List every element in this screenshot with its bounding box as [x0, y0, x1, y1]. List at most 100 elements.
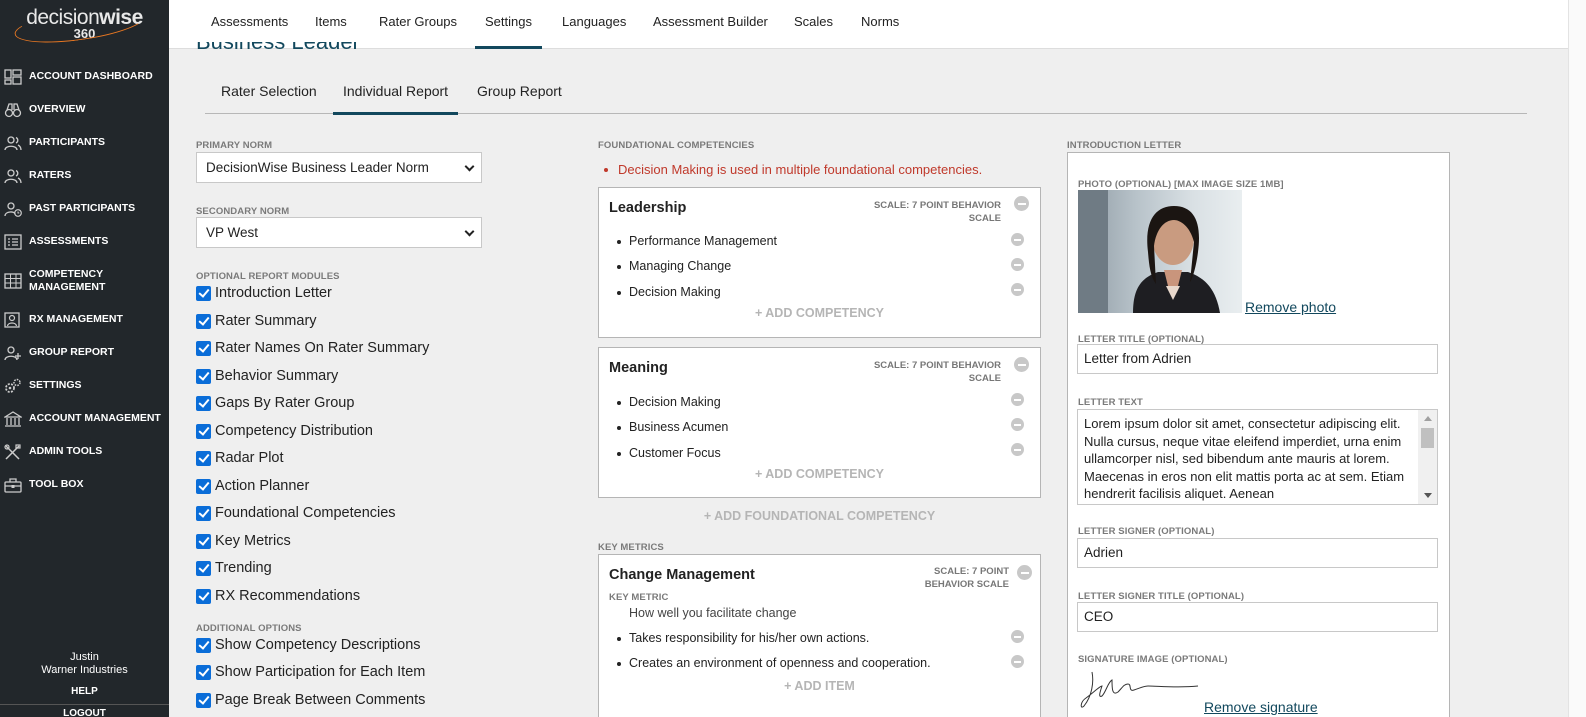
sidebar-item-participants[interactable]: PARTICIPANTS	[0, 126, 169, 159]
checkbox-checked-icon[interactable]	[196, 505, 211, 521]
remove-card-icon[interactable]	[1014, 196, 1029, 211]
chevron-down-icon	[464, 161, 475, 172]
module-checkbox[interactable]: Radar Plot	[196, 448, 284, 468]
checkbox-checked-icon[interactable]	[196, 450, 211, 466]
logout-link[interactable]: LOGOUT	[0, 705, 169, 717]
module-checkbox[interactable]: Key Metrics	[196, 531, 291, 551]
option-checkbox[interactable]: Show Competency Descriptions	[196, 635, 421, 655]
add-competency-button[interactable]: + ADD COMPETENCY	[599, 467, 1040, 481]
logo[interactable]: decisionwise 360	[0, 0, 169, 50]
checkbox-checked-icon[interactable]	[196, 423, 211, 439]
add-item-button[interactable]: + ADD ITEM	[599, 679, 1040, 693]
subtab-individual-report[interactable]: Individual Report	[332, 78, 459, 115]
competency-card-leadership: Leadership SCALE: 7 POINT BEHAVIOR SCALE…	[598, 187, 1041, 338]
sidebar-item-settings[interactable]: SETTINGS	[0, 369, 169, 402]
sidebar-item-raters[interactable]: RATERS	[0, 159, 169, 192]
sidebar-item-rx-management[interactable]: RX MANAGEMENT	[0, 303, 169, 336]
module-checkbox[interactable]: Trending	[196, 558, 272, 578]
sidebar-item-admin-tools[interactable]: ADMIN TOOLS	[0, 435, 169, 468]
secondary-norm-select[interactable]: VP West	[196, 217, 482, 248]
report-subtabs: Rater Selection Individual Report Group …	[205, 78, 1527, 115]
tab-scales[interactable]: Scales	[794, 0, 833, 49]
sidebar-item-label: RATERS	[29, 169, 72, 181]
module-checkbox[interactable]: Competency Distribution	[196, 421, 373, 441]
checkbox-checked-icon[interactable]	[196, 478, 211, 494]
module-checkbox[interactable]: Introduction Letter	[196, 283, 332, 303]
checkbox-checked-icon[interactable]	[196, 560, 211, 576]
subtab-rater-selection[interactable]: Rater Selection	[221, 78, 317, 114]
sidebar-nav: ACCOUNT DASHBOARD OVERVIEW PARTICIPANTS …	[0, 60, 169, 501]
checkbox-checked-icon[interactable]	[196, 588, 211, 604]
tab-rater-groups[interactable]: Rater Groups	[379, 0, 457, 49]
subtab-group-report[interactable]: Group Report	[477, 78, 562, 114]
tab-norms[interactable]: Norms	[861, 0, 899, 49]
letter-signer-input[interactable]: Adrien	[1077, 538, 1438, 568]
remove-item-icon[interactable]	[1011, 233, 1024, 246]
module-label: Behavior Summary	[215, 368, 339, 384]
list-item: Decision Making	[617, 395, 721, 409]
remove-item-icon[interactable]	[1011, 283, 1024, 296]
tab-settings[interactable]: Settings	[475, 0, 542, 49]
sidebar-item-competency-management[interactable]: COMPETENCY MANAGEMENT	[0, 258, 169, 303]
option-checkbox[interactable]: Show Participation for Each Item	[196, 662, 425, 682]
remove-item-icon[interactable]	[1011, 655, 1024, 668]
checkbox-checked-icon[interactable]	[196, 664, 211, 680]
module-checkbox[interactable]: Action Planner	[196, 476, 309, 496]
checkbox-checked-icon[interactable]	[196, 285, 211, 301]
textarea-scrollbar[interactable]	[1418, 410, 1437, 504]
remove-card-icon[interactable]	[1017, 565, 1032, 580]
module-checkbox[interactable]: Gaps By Rater Group	[196, 393, 354, 413]
tab-languages[interactable]: Languages	[562, 0, 626, 49]
user-name: Justin	[70, 651, 99, 663]
sidebar-item-overview[interactable]: OVERVIEW	[0, 93, 169, 126]
module-checkbox[interactable]: Foundational Competencies	[196, 503, 396, 523]
sidebar-item-group-report[interactable]: GROUP REPORT	[0, 336, 169, 369]
remove-signature-link[interactable]: Remove signature	[1204, 699, 1318, 715]
remove-item-icon[interactable]	[1011, 443, 1024, 456]
remove-item-icon[interactable]	[1011, 258, 1024, 271]
foundational-competencies-label: FOUNDATIONAL COMPETENCIES	[598, 140, 755, 151]
add-competency-button[interactable]: + ADD COMPETENCY	[599, 306, 1040, 320]
warning-text: Decision Making is used in multiple foun…	[618, 162, 983, 177]
list-item: Customer Focus	[617, 446, 721, 460]
remove-photo-link[interactable]: Remove photo	[1245, 299, 1336, 315]
scroll-up-icon[interactable]	[1424, 416, 1432, 421]
remove-card-icon[interactable]	[1014, 357, 1029, 372]
checkbox-checked-icon[interactable]	[196, 313, 211, 329]
tab-assessment-builder[interactable]: Assessment Builder	[653, 0, 768, 49]
checkbox-checked-icon[interactable]	[196, 368, 211, 384]
checkbox-checked-icon[interactable]	[196, 340, 211, 356]
secondary-norm-value: VP West	[206, 225, 259, 240]
module-checkbox[interactable]: Rater Names On Rater Summary	[196, 338, 429, 358]
scroll-down-icon[interactable]	[1424, 493, 1432, 498]
card-scale: SCALE: 7 POINT BEHAVIOR SCALE	[873, 360, 1001, 384]
sidebar-item-past-participants[interactable]: PAST PARTICIPANTS	[0, 192, 169, 225]
remove-item-icon[interactable]	[1011, 630, 1024, 643]
letter-text-textarea[interactable]: Lorem ipsum dolor sit amet, consectetur …	[1077, 409, 1438, 505]
profile-photo	[1078, 190, 1242, 313]
module-checkbox[interactable]: RX Recommendations	[196, 586, 360, 606]
primary-norm-select[interactable]: DecisionWise Business Leader Norm	[196, 152, 482, 183]
checkbox-checked-icon[interactable]	[196, 692, 211, 708]
module-checkbox[interactable]: Behavior Summary	[196, 366, 338, 386]
checkbox-checked-icon[interactable]	[196, 533, 211, 549]
checkbox-checked-icon[interactable]	[196, 637, 211, 653]
checkbox-checked-icon[interactable]	[196, 395, 211, 411]
sidebar-item-label: COMPETENCY MANAGEMENT	[29, 267, 106, 293]
help-link[interactable]: HELP	[0, 686, 169, 697]
module-checkbox[interactable]: Rater Summary	[196, 311, 317, 331]
remove-item-icon[interactable]	[1011, 418, 1024, 431]
users-clock-icon	[4, 201, 22, 217]
sidebar-item-tool-box[interactable]: TOOL BOX	[0, 468, 169, 501]
sidebar-item-account-management[interactable]: ACCOUNT MANAGEMENT	[0, 402, 169, 435]
letter-title-input[interactable]: Letter from Adrien	[1077, 344, 1438, 374]
remove-item-icon[interactable]	[1011, 393, 1024, 406]
sidebar-item-account-dashboard[interactable]: ACCOUNT DASHBOARD	[0, 60, 169, 93]
tools-icon	[4, 443, 22, 460]
signer-title-input[interactable]: CEO	[1077, 602, 1438, 632]
option-checkbox[interactable]: Page Break Between Comments	[196, 690, 425, 710]
scroll-thumb[interactable]	[1421, 428, 1434, 448]
add-foundational-competency-button[interactable]: + ADD FOUNDATIONAL COMPETENCY	[598, 509, 1041, 523]
page-scrollbar[interactable]	[1568, 0, 1586, 717]
sidebar-item-assessments[interactable]: ASSESSMENTS	[0, 225, 169, 258]
